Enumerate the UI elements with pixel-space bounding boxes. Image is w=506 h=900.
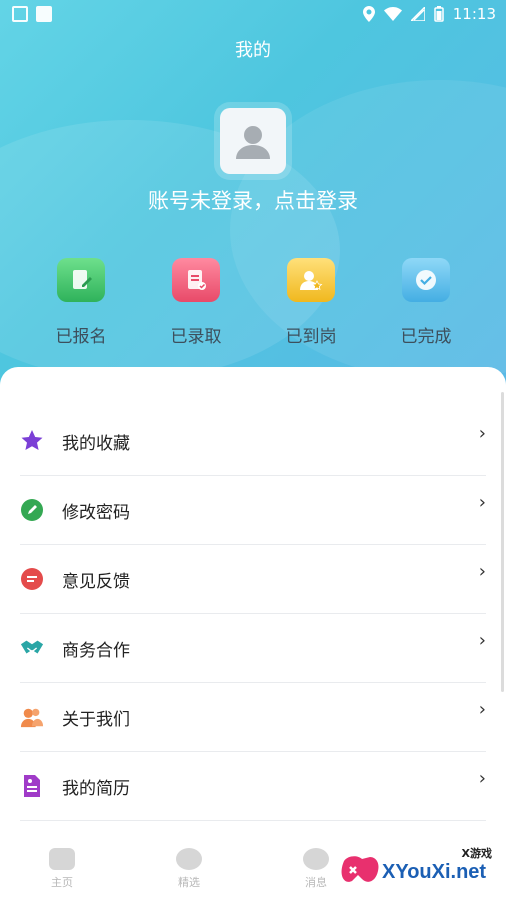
menu-item-about[interactable]: 关于我们 › xyxy=(20,683,486,752)
page-title: 我的 xyxy=(235,40,271,61)
signal-icon xyxy=(410,7,425,21)
status-bar: 11:13 xyxy=(0,0,506,28)
stat-completed[interactable]: 已完成 xyxy=(371,258,481,347)
gallery-notification-icon xyxy=(12,6,28,22)
gamepad-logo-icon xyxy=(341,856,379,882)
watermark-main-text: XYouXi.net xyxy=(382,861,487,883)
menu-item-label: 意见反馈 xyxy=(62,571,130,592)
tab-home[interactable]: 主页 xyxy=(22,848,102,890)
avatar[interactable] xyxy=(220,108,286,174)
menu-item-label: 我的简历 xyxy=(62,778,130,799)
people-icon xyxy=(20,705,44,729)
handshake-icon xyxy=(20,636,44,660)
chevron-right-icon: › xyxy=(478,492,486,513)
stat-admitted[interactable]: 已录取 xyxy=(141,258,251,347)
stat-label: 已完成 xyxy=(400,327,452,347)
message-icon xyxy=(303,848,329,870)
watermark-small-text: X游戏 xyxy=(461,847,492,860)
pencil-icon xyxy=(20,498,44,522)
chevron-right-icon: › xyxy=(478,630,486,651)
scrollbar[interactable] xyxy=(501,392,504,692)
user-star-icon xyxy=(287,258,335,302)
chevron-right-icon: › xyxy=(478,423,486,444)
menu-card: 我的收藏 › 修改密码 › 意见反馈 › 商务合作 › 关于我们 › 我的简历 … xyxy=(0,367,506,900)
menu-item-label: 关于我们 xyxy=(62,709,130,730)
chevron-right-icon: › xyxy=(478,561,486,582)
login-prompt[interactable]: 账号未登录，点击登录 xyxy=(0,185,506,215)
stat-label: 已到岗 xyxy=(285,327,337,347)
tab-featured[interactable]: 精选 xyxy=(149,848,229,890)
admitted-doc-icon xyxy=(172,258,220,302)
menu-item-resume[interactable]: 我的简历 › xyxy=(20,752,486,821)
stat-label: 已报名 xyxy=(55,327,107,347)
wifi-icon xyxy=(383,7,402,21)
chevron-right-icon: › xyxy=(478,699,486,720)
home-icon xyxy=(49,848,75,870)
stat-on-duty[interactable]: 已到岗 xyxy=(256,258,366,347)
location-icon xyxy=(362,6,375,22)
menu-item-favorites[interactable]: 我的收藏 › xyxy=(20,407,486,476)
check-circle-icon xyxy=(402,258,450,302)
tab-label: 主页 xyxy=(51,876,73,889)
signup-doc-icon xyxy=(57,258,105,302)
stat-signed-up[interactable]: 已报名 xyxy=(26,258,136,347)
menu-item-business[interactable]: 商务合作 › xyxy=(20,614,486,683)
tab-label: 精选 xyxy=(178,876,200,889)
menu-item-feedback[interactable]: 意见反馈 › xyxy=(20,545,486,614)
menu-item-label: 商务合作 xyxy=(62,640,130,661)
tab-label: 消息 xyxy=(305,876,327,889)
chevron-right-icon: › xyxy=(478,768,486,789)
feedback-icon xyxy=(20,567,44,591)
menu-item-label: 我的收藏 xyxy=(62,433,130,454)
menu-item-label: 修改密码 xyxy=(62,502,130,523)
stat-label: 已录取 xyxy=(170,327,222,347)
featured-icon xyxy=(176,848,202,870)
star-icon xyxy=(20,429,44,453)
menu-item-change-password[interactable]: 修改密码 › xyxy=(20,476,486,545)
user-placeholder-icon xyxy=(236,126,270,159)
notification-icon xyxy=(36,6,52,22)
watermark: X游戏 XYouXi.net xyxy=(338,845,506,895)
status-time: 11:13 xyxy=(452,5,496,23)
battery-icon xyxy=(434,6,444,22)
resume-icon xyxy=(20,774,44,798)
